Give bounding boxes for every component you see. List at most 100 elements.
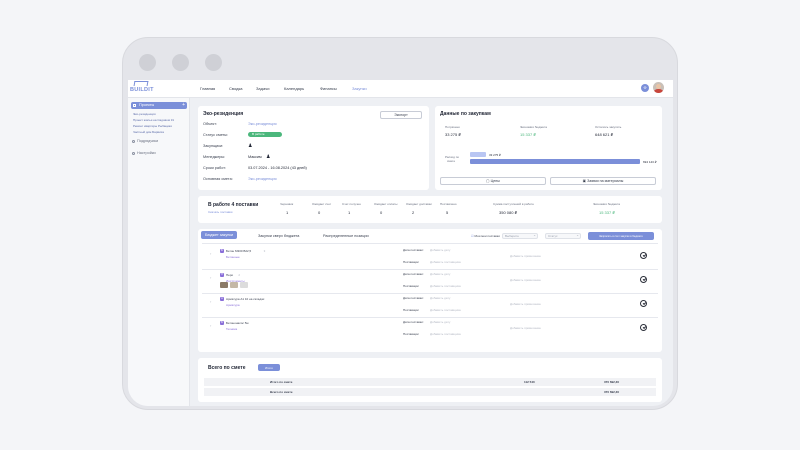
delivery-stat-value: 15 337 ₽ (599, 210, 615, 215)
only-mine-label: Мои мои поставки (474, 234, 500, 238)
expand-icon[interactable]: › (210, 251, 211, 256)
delivery-stat-label: Ожидает оплаты (374, 202, 398, 206)
add-date-link[interactable]: Добавить дату (430, 248, 450, 252)
deliveries-card: В работе 4 поставки Скачать поставки Чер… (198, 196, 662, 223)
status-label: Статус сметы: (203, 133, 229, 137)
tab-distributed[interactable]: Распределенные позиции (323, 234, 369, 238)
item-name[interactable]: Перо (226, 273, 233, 277)
total-bar-value: 694 143 ₽ (643, 160, 657, 164)
approve-check-icon[interactable] (640, 300, 647, 307)
supplier-label: Поставщик: (403, 260, 420, 264)
approve-check-icon[interactable] (640, 276, 647, 283)
request-in-budget-button[interactable]: Запросить в счет закупки в бюджете (588, 232, 654, 240)
material-requests-label: Заявки на материалы (587, 179, 624, 183)
expand-icon[interactable]: › (210, 275, 211, 280)
approve-check-icon[interactable] (640, 252, 647, 259)
project-card: Эко-резиденция Экспорт Объект: Эко-резид… (198, 106, 429, 190)
procurement-title: Данные по закупкам (440, 111, 491, 117)
status-badge[interactable]: В работе (248, 132, 282, 137)
summary-row-label: Всего по смете (270, 390, 293, 394)
add-date-link[interactable]: Добавить дату (430, 296, 450, 300)
managers-label: Менеджеры: (203, 155, 226, 159)
item-count: 3 (263, 249, 266, 253)
approve-check-icon[interactable] (640, 324, 647, 331)
item-photo[interactable] (240, 282, 248, 288)
sidebar-subitem[interactable]: Эко-резиденция (133, 112, 156, 116)
only-mine-toggle[interactable]: ☑ Мои мои поставки (471, 234, 500, 238)
notification-avatar[interactable]: Ф (641, 84, 649, 92)
delivery-date-label: Дата поставки: (403, 320, 424, 324)
add-supplier-link[interactable]: Добавить поставщика (430, 308, 461, 312)
export-button[interactable]: Экспорт (380, 111, 422, 119)
bar-label-line2: смете (447, 159, 456, 163)
manager-user-icon[interactable]: ♟ (266, 154, 270, 160)
object-link[interactable]: Эко-резиденция (248, 122, 277, 126)
nav-main[interactable]: Главная (200, 86, 215, 91)
add-note-link[interactable]: Добавить примечание (510, 278, 541, 282)
add-note-link[interactable]: Добавить примечание (510, 254, 541, 258)
expand-icon[interactable]: › (210, 323, 211, 328)
remaining-value: 648 621 ₽ (595, 132, 614, 137)
nav-finance[interactable]: Финансы (320, 86, 337, 91)
nav-procurement[interactable]: Закупки (352, 86, 367, 91)
user-avatar[interactable] (653, 82, 664, 93)
material-requests-button[interactable]: ▣ Заявки на материалы (550, 177, 656, 185)
add-supplier-link[interactable]: Добавить поставщика (430, 284, 461, 288)
tab-over-budget[interactable]: Закупки сверх бюджета (258, 234, 299, 238)
logo-roof-icon (133, 81, 149, 86)
deliveries-title: В работе 4 поставки (208, 202, 259, 208)
divider (202, 243, 658, 244)
add-supplier-link[interactable]: Добавить поставщика (430, 260, 461, 264)
delivery-stat-value: 5 (446, 210, 449, 215)
sidebar-subitem[interactable]: Частный дом Барвиха (133, 130, 164, 134)
summary-row-total: 370 692,30 (604, 380, 620, 384)
sidebar-item-settings[interactable]: Настройки (132, 151, 156, 155)
delivery-stat-value: 350 080 ₽ (499, 210, 518, 215)
window-dot (172, 54, 189, 71)
status-select[interactable]: Статус (545, 233, 581, 239)
logo[interactable]: BUILDIT (130, 81, 154, 95)
delivery-stat-value: 1 (286, 210, 289, 215)
add-date-link[interactable]: Добавить дату (430, 272, 450, 276)
delivery-stat-value: 1 (348, 210, 351, 215)
tab-budget[interactable]: Бюджет закупки (201, 231, 238, 239)
prices-button[interactable]: ▢ Цены (440, 177, 546, 185)
estimate-link[interactable]: Эко-резиденция (248, 177, 277, 181)
item-photo[interactable] (220, 282, 228, 288)
expand-icon[interactable]: › (210, 299, 211, 304)
window-dot (139, 54, 156, 71)
delivery-stat-label: Черновик (280, 202, 294, 206)
sidebar-subitem[interactable]: Проект жилья на Садовом 31 (133, 118, 174, 122)
add-supplier-link[interactable]: Добавить поставщика (430, 332, 461, 336)
object-label: Объект: (203, 122, 217, 126)
filter-select[interactable]: Выберите (502, 233, 538, 239)
summary-row: Итого по смете 112 540 370 692,30 (204, 378, 656, 386)
nav-tasks[interactable]: Задачи (256, 86, 269, 91)
add-project-icon[interactable]: + (182, 102, 185, 109)
item-name[interactable]: Арматура А1 10 на складах (226, 297, 264, 301)
item-name[interactable]: Бетононасос 5м (226, 321, 248, 325)
sidebar-subitem[interactable]: Ремонт квартиры Рыбацкая (133, 124, 172, 128)
delivery-stat-label: Счет получен (342, 202, 361, 206)
add-note-link[interactable]: Добавить примечание (510, 326, 541, 330)
sidebar-item-projects[interactable]: Проекты + (131, 102, 187, 109)
item-photo[interactable] (230, 282, 238, 288)
add-note-link[interactable]: Добавить примечание (510, 302, 541, 306)
nav-calendar[interactable]: Календарь (284, 86, 304, 91)
summary-row: Всего по смете 370 692,30 (204, 388, 656, 396)
sidebar-item-contractors[interactable]: Подрядчики (132, 139, 158, 143)
item-tag: Техника (226, 327, 238, 331)
download-deliveries-link[interactable]: Скачать поставки (208, 210, 232, 214)
window-dot (205, 54, 222, 71)
spent-bar-value: 33 275 ₽ (489, 153, 501, 157)
item-type-icon: Б (220, 249, 224, 253)
row-divider (202, 269, 658, 270)
supplier-label: Поставщик: (403, 308, 420, 312)
nav-summary[interactable]: Сводка (229, 86, 243, 91)
add-date-link[interactable]: Добавить дату (430, 320, 450, 324)
total-button[interactable]: Итого (258, 364, 280, 371)
row-divider (202, 317, 658, 318)
add-buyer-icon[interactable]: ♟ (248, 143, 252, 149)
item-name[interactable]: Бетон М300 В22,5 (226, 249, 251, 253)
delivery-stat-label: Ожидает доставки (406, 202, 432, 206)
